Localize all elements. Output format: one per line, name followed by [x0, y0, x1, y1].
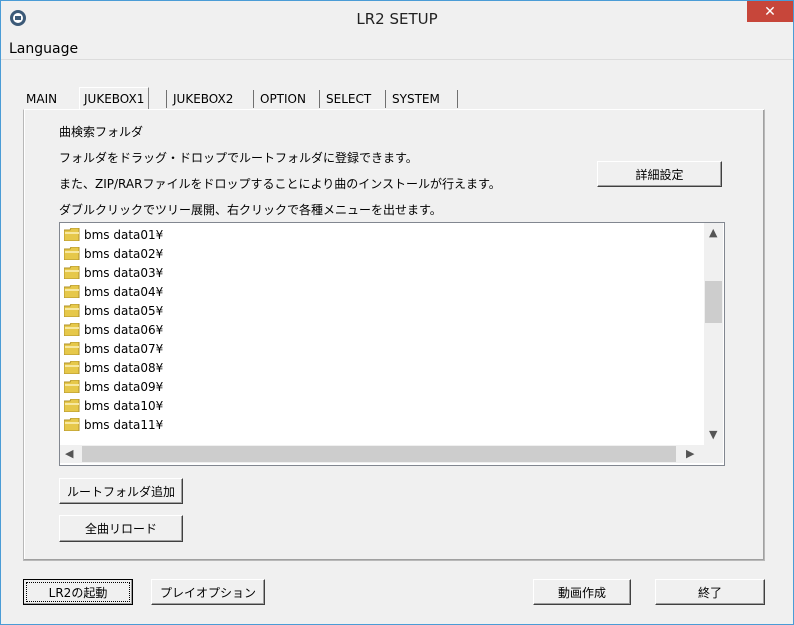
- folder-name: bms data05¥: [84, 303, 164, 318]
- description-line-1: フォルダをドラッグ・ドロップでルートフォルダに登録できます。: [59, 151, 418, 165]
- tree-item[interactable]: bms data04¥: [64, 282, 163, 301]
- tree-item[interactable]: bms data10¥: [64, 396, 163, 415]
- lr2-setup-window: LR2 SETUP ✕ Language MAIN JUKEBOX1 JUKEB…: [0, 0, 794, 625]
- tab-divider: [253, 90, 254, 108]
- play-option-button[interactable]: プレイオプション: [151, 579, 265, 605]
- vertical-scroll-thumb[interactable]: [705, 281, 722, 323]
- tab-jukebox1[interactable]: JUKEBOX1: [79, 87, 150, 109]
- tab-divider: [166, 90, 167, 108]
- scroll-down-arrow-icon[interactable]: ▼: [709, 428, 717, 441]
- add-root-folder-button[interactable]: ルートフォルダ追加: [59, 478, 183, 504]
- tree-item[interactable]: bms data03¥: [64, 263, 163, 282]
- vertical-scrollbar[interactable]: ▲ ▼: [704, 223, 723, 445]
- create-movie-button[interactable]: 動画作成: [533, 579, 631, 605]
- tree-item[interactable]: bms data11¥: [64, 415, 163, 434]
- tab-select[interactable]: SELECT: [326, 89, 371, 108]
- folder-name: bms data07¥: [84, 341, 164, 356]
- folder-icon: [64, 323, 80, 336]
- tree-item[interactable]: bms data06¥: [64, 320, 163, 339]
- folder-name: bms data02¥: [84, 246, 164, 261]
- folder-name: bms data01¥: [84, 227, 164, 242]
- tree-item[interactable]: bms data05¥: [64, 301, 163, 320]
- folder-name: bms data10¥: [84, 398, 164, 413]
- folder-tree[interactable]: bms data01¥ bms data02¥ bms data03¥ bms …: [59, 222, 725, 466]
- horizontal-scroll-thumb[interactable]: [82, 446, 676, 462]
- tab-divider: [319, 90, 320, 108]
- folder-icon: [64, 342, 80, 355]
- folder-name: bms data11¥: [84, 417, 164, 432]
- folder-icon: [64, 399, 80, 412]
- folder-name: bms data06¥: [84, 322, 164, 337]
- scroll-right-arrow-icon[interactable]: ▶: [686, 447, 694, 460]
- exit-button[interactable]: 終了: [655, 579, 765, 605]
- window-title: LR2 SETUP: [356, 10, 438, 28]
- folder-icon: [64, 380, 80, 393]
- folder-name: bms data03¥: [84, 265, 164, 280]
- reload-all-songs-button[interactable]: 全曲リロード: [59, 515, 183, 542]
- tree-item[interactable]: bms data07¥: [64, 339, 163, 358]
- tree-item[interactable]: bms data01¥: [64, 225, 163, 244]
- tab-divider: [457, 90, 458, 108]
- folder-name: bms data04¥: [84, 284, 164, 299]
- launch-lr2-button[interactable]: LR2の起動: [23, 579, 133, 605]
- folder-icon: [64, 266, 80, 279]
- description-line-3: ダブルクリックでツリー展開、右クリックで各種メニューを出せます。: [59, 203, 442, 217]
- client-area: MAIN JUKEBOX1 JUKEBOX2 OPTION SELECT SYS…: [1, 60, 793, 624]
- horizontal-scrollbar[interactable]: ◀ ▶: [60, 445, 704, 463]
- scroll-left-arrow-icon[interactable]: ◀: [65, 447, 73, 460]
- title-bar[interactable]: LR2 SETUP ✕: [1, 1, 793, 39]
- tree-item[interactable]: bms data09¥: [64, 377, 163, 396]
- folder-name: bms data09¥: [84, 379, 164, 394]
- menu-language[interactable]: Language: [9, 41, 78, 57]
- folder-icon: [64, 285, 80, 298]
- folder-icon: [64, 228, 80, 241]
- tab-system[interactable]: SYSTEM: [392, 89, 440, 108]
- tab-jukebox2[interactable]: JUKEBOX2: [173, 89, 233, 108]
- tab-option[interactable]: OPTION: [260, 89, 306, 108]
- description-line-2: また、ZIP/RARファイルをドロップすることにより曲のインストールが行えます。: [59, 177, 501, 191]
- folder-icon: [64, 247, 80, 260]
- folder-icon: [64, 418, 80, 431]
- scroll-up-arrow-icon[interactable]: ▲: [709, 226, 717, 239]
- folder-name: bms data08¥: [84, 360, 164, 375]
- close-button[interactable]: ✕: [747, 1, 793, 22]
- scroll-corner: [704, 445, 723, 463]
- tree-item[interactable]: bms data02¥: [64, 244, 163, 263]
- folder-icon: [64, 304, 80, 317]
- detail-settings-button[interactable]: 詳細設定: [597, 161, 722, 187]
- tab-main[interactable]: MAIN: [26, 89, 57, 108]
- tab-divider: [385, 90, 386, 108]
- tree-item[interactable]: bms data08¥: [64, 358, 163, 377]
- menu-bar: Language: [1, 39, 793, 60]
- folder-icon: [64, 361, 80, 374]
- section-heading: 曲検索フォルダ: [59, 125, 144, 139]
